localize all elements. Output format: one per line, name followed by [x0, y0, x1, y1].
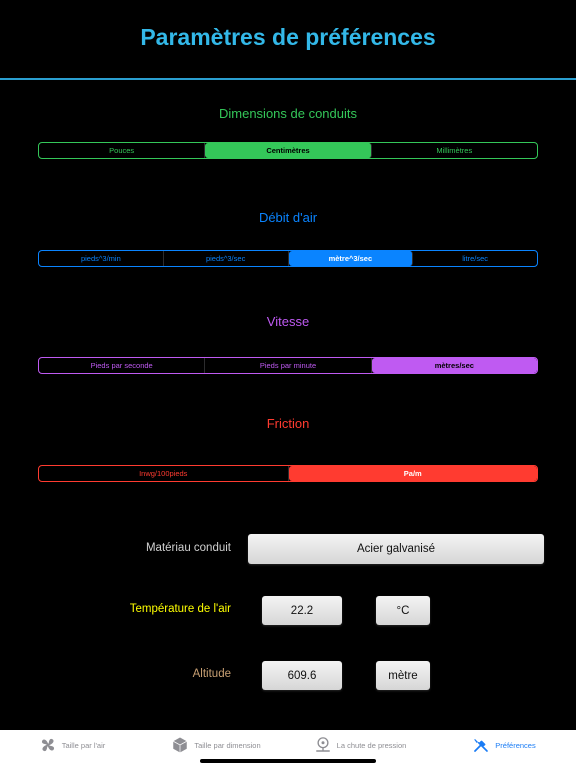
altitude-label: Altitude [192, 668, 231, 680]
segment-millimetres[interactable]: Millimètres [372, 143, 537, 158]
friction-segmented-control: Inwg/100pieds Pa/m [38, 465, 538, 482]
page-title: Paramètres de préférences [140, 24, 436, 50]
segment-mps[interactable]: mètres/sec [371, 358, 537, 373]
airflow-segmented-control: pieds^3/min pieds^3/sec mètre^3/sec litr… [38, 250, 538, 267]
temperature-label: Température de l'air [129, 603, 231, 615]
friction-label: Friction [266, 416, 310, 431]
duct-dimensions-segmented-control: Pouces Centimètres Millimètres [38, 142, 538, 159]
duct-dimensions-label: Dimensions de conduits [218, 106, 358, 121]
gauge-pin-icon [315, 737, 330, 752]
altitude-value-button[interactable]: 609.6 [262, 661, 342, 690]
segment-cfm[interactable]: pieds^3/min [39, 251, 164, 266]
box-icon [173, 737, 188, 753]
tab-preferences[interactable]: Préférences [432, 730, 576, 760]
segment-fps[interactable]: Pieds par seconde [39, 358, 206, 373]
tab-size-by-dimension[interactable]: Taille par dimension [144, 730, 288, 760]
velocity-segmented-control: Pieds par seconde Pieds par minute mètre… [38, 357, 538, 374]
temperature-value-button[interactable]: 22.2 [262, 596, 342, 625]
altitude-unit-button[interactable]: mètre [376, 661, 430, 690]
segment-centimetres[interactable]: Centimètres [205, 143, 372, 158]
temperature-unit-button[interactable]: °C [376, 596, 430, 625]
segment-lps[interactable]: litre/sec [413, 251, 537, 266]
velocity-label: Vitesse [266, 314, 310, 329]
segment-inwg[interactable]: Inwg/100pieds [39, 466, 289, 481]
segment-pam[interactable]: Pa/m [288, 466, 537, 481]
title-divider [0, 78, 576, 80]
segment-pouces[interactable]: Pouces [39, 143, 206, 158]
tab-label: Préférences [495, 740, 536, 750]
tools-icon [474, 739, 489, 752]
fan-icon [41, 738, 54, 752]
segment-m3s[interactable]: mètre^3/sec [288, 251, 414, 266]
tab-size-by-air[interactable]: Taille par l'air [0, 730, 144, 760]
tab-pressure-drop[interactable]: La chute de pression [288, 730, 432, 760]
airflow-label: Débit d'air [258, 210, 318, 225]
material-label: Matériau conduit [145, 542, 231, 554]
home-indicator [200, 759, 376, 763]
segment-fpm[interactable]: Pieds par minute [205, 358, 372, 373]
tab-label: Taille par l'air [61, 740, 106, 750]
tab-label: Taille par dimension [194, 740, 261, 750]
segment-cfs[interactable]: pieds^3/sec [164, 251, 289, 266]
tab-label: La chute de pression [336, 740, 407, 750]
material-button[interactable]: Acier galvanisé [248, 534, 544, 564]
